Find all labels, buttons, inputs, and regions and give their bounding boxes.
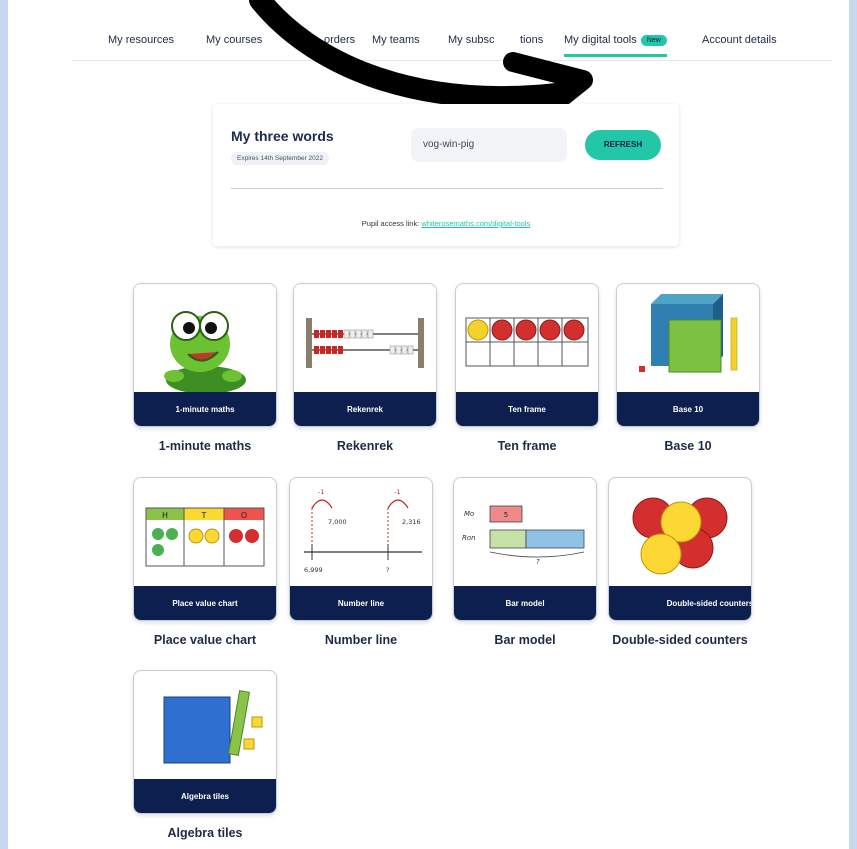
pupil-access-label: Pupil access link: [361,219,420,228]
tool-band: Algebra tiles [134,779,276,813]
tool-1-minute-maths[interactable]: 1-minute maths 1-minute maths [133,283,277,453]
tool-tile[interactable]: H T O Place value chart [133,477,277,621]
three-words-field[interactable]: vog-win-pig [411,128,567,162]
tool-tile[interactable]: 1-minute maths [133,283,277,427]
column-t: T [201,511,207,520]
tool-band: Base 10 [617,392,759,426]
nl-jump-1: -1 [318,488,324,496]
tool-label[interactable]: 1-minute maths [133,439,277,453]
tool-label[interactable]: Ten frame [455,439,599,453]
nl-bottom-value-1: 6,999 [304,566,323,574]
turtle-icon [164,311,246,392]
counters-icon [632,497,728,575]
tool-band: Double-sided counters [609,586,751,620]
bar-label-ron: Ron [462,534,476,542]
number-line-icon: -1 -1 7,000 2,316 6,999 ? [304,488,422,574]
bar-label-unknown: ? [536,558,540,566]
tool-tile[interactable]: Mo Ron ? 5 Bar model [453,477,597,621]
expiry-badge: Expires 14th September 2022 [231,152,329,165]
tool-tile[interactable]: Algebra tiles [133,670,277,814]
tool-tile[interactable]: Ten frame [455,283,599,427]
tool-label[interactable]: Rekenrek [293,439,437,453]
tool-algebra-tiles[interactable]: Algebra tiles Algebra tiles [133,670,277,840]
pupil-access: Pupil access link: whiterosemaths.com/di… [213,219,679,228]
tool-label[interactable]: Algebra tiles [133,826,277,840]
card-title: My three words [231,128,334,144]
three-words-card: My three words Expires 14th September 20… [213,104,679,246]
algebra-tiles-icon [163,690,263,764]
base-ten-blocks-icon [639,294,738,373]
tool-place-value-chart[interactable]: H T O Place value chart Place value char… [133,477,277,647]
column-h: H [162,511,168,520]
tool-ten-frame[interactable]: Ten frame Ten frame [455,283,599,453]
tool-base-10[interactable]: Base 10 Base 10 [616,283,760,453]
tool-tile[interactable]: Double-sided counters [608,477,752,621]
tool-label[interactable]: Base 10 [616,439,760,453]
page: My resources My courses orders My teams … [8,0,849,849]
bar-model-icon: Mo Ron ? 5 [462,505,585,566]
tool-tile[interactable]: Base 10 [616,283,760,427]
tool-label[interactable]: Double-sided counters [608,633,752,647]
tool-tile[interactable]: -1 -1 7,000 2,316 6,999 ? Number line [289,477,433,621]
ten-frame-icon [465,317,589,367]
tool-number-line[interactable]: -1 -1 7,000 2,316 6,999 ? Number line Nu… [289,477,433,647]
tool-rekenrek[interactable]: Rekenrek Rekenrek [293,283,437,453]
bar-value: 5 [504,511,508,519]
tool-label[interactable]: Number line [289,633,433,647]
tool-label[interactable]: Bar model [453,633,597,647]
tool-band: Rekenrek [294,392,436,426]
pupil-access-link[interactable]: whiterosemaths.com/digital-tools [421,219,530,228]
place-value-chart-icon: H T O [145,507,265,567]
tool-label[interactable]: Place value chart [133,633,277,647]
nl-jump-2: -1 [394,488,400,496]
nl-top-value-1: 7,000 [328,518,347,526]
refresh-button[interactable]: REFRESH [585,130,661,160]
tool-double-sided-counters[interactable]: Double-sided counters Double-sided count… [608,477,752,647]
rekenrek-icon [306,318,424,368]
tool-band: 1-minute maths [134,392,276,426]
three-words-value: vog-win-pig [423,139,475,150]
nl-top-value-2: 2,316 [402,518,421,526]
tool-band: Ten frame [456,392,598,426]
column-o: O [241,511,247,520]
tool-tile[interactable]: Rekenrek [293,283,437,427]
tool-band: Place value chart [134,586,276,620]
tool-band: Bar model [454,586,596,620]
tool-band: Number line [290,586,432,620]
nl-bottom-value-2: ? [386,566,389,574]
bar-label-mo: Mo [464,510,474,518]
divider [231,188,663,189]
tool-bar-model[interactable]: Mo Ron ? 5 Bar model Bar model [453,477,597,647]
